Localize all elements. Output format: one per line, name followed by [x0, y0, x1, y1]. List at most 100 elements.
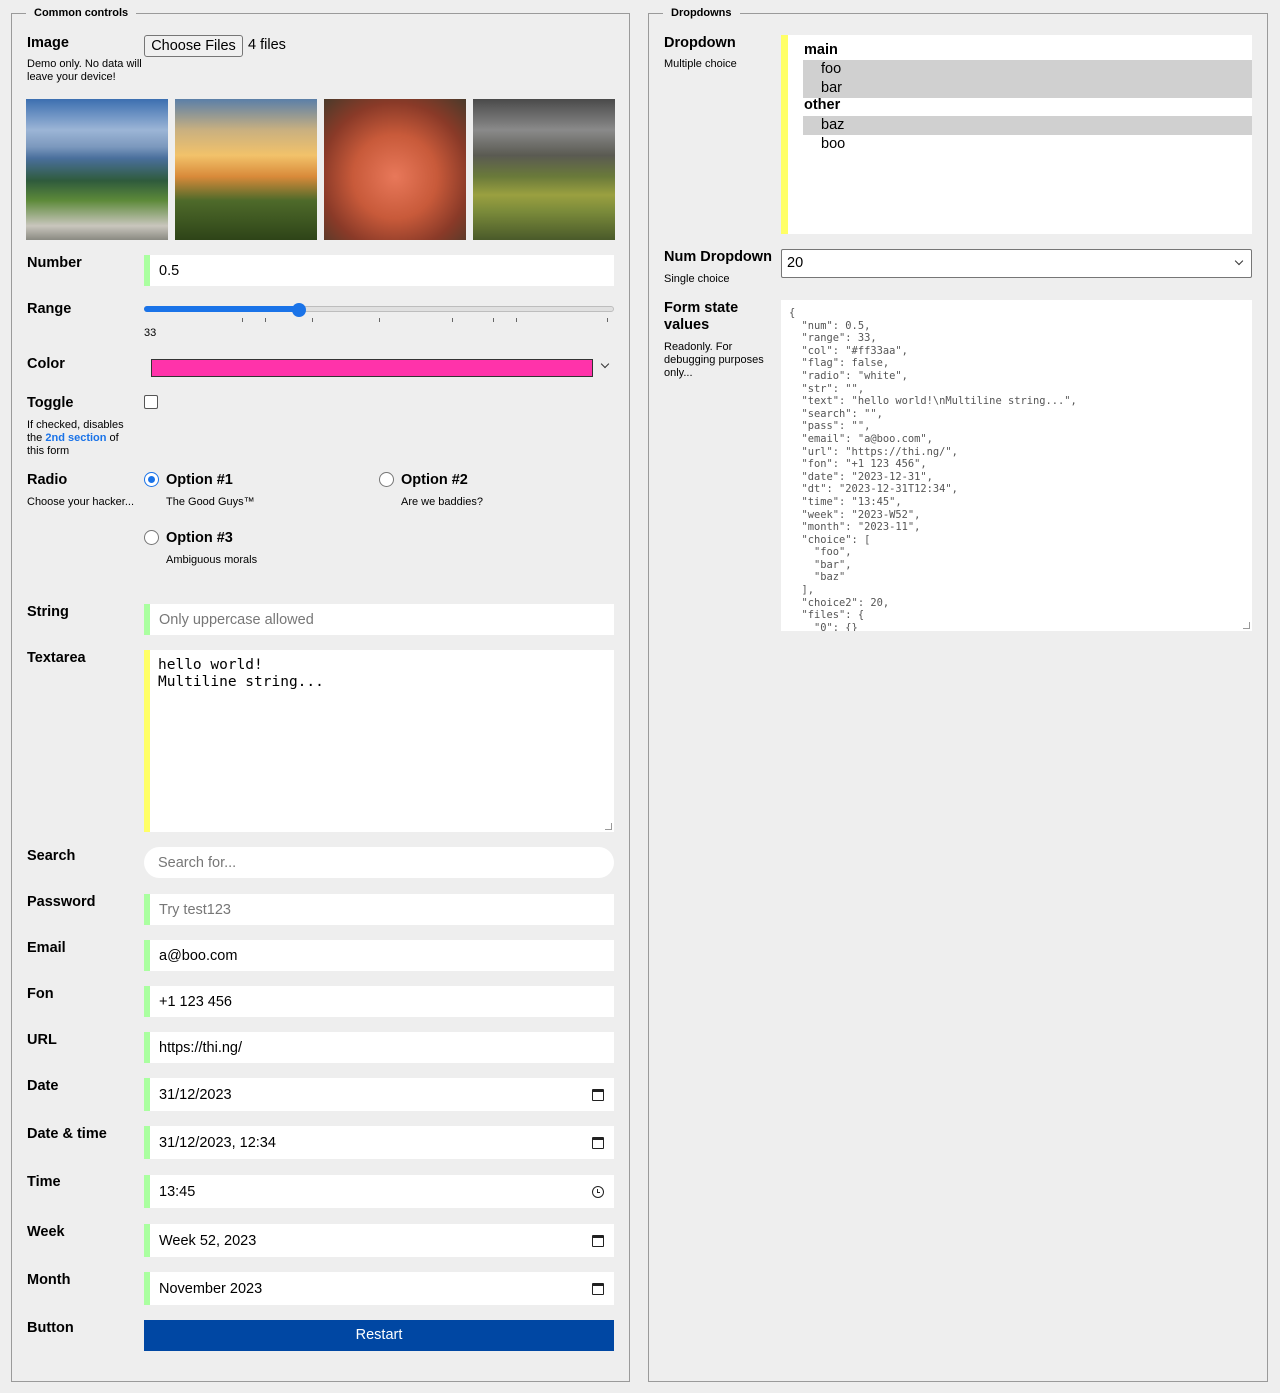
radio-option-3[interactable]: [144, 530, 159, 545]
number-label: Number: [27, 255, 82, 271]
date-value: 31/12/2023: [159, 1086, 232, 1103]
num-dropdown-desc: Single choice: [664, 273, 730, 285]
radio-option-1-title: Option #1: [166, 472, 233, 488]
url-input[interactable]: https://thi.ng/: [144, 1032, 614, 1063]
week-input[interactable]: Week 52, 2023: [144, 1224, 614, 1257]
radio-option-3-desc: Ambiguous morals: [166, 554, 258, 566]
image-thumbnail-red-foliage: [324, 99, 466, 240]
radio-option-1[interactable]: [144, 472, 159, 487]
resize-handle-icon[interactable]: [605, 823, 612, 830]
radio-option-2-desc: Are we baddies?: [401, 496, 483, 508]
date-label: Date: [27, 1078, 59, 1094]
datetime-label: Date & time: [27, 1126, 107, 1142]
url-label: URL: [27, 1032, 57, 1048]
option-group-main: main: [804, 42, 838, 58]
dropdown-label: Dropdown: [664, 35, 736, 51]
chevron-down-icon: [1234, 256, 1244, 266]
option-group-other: other: [804, 97, 841, 113]
section-legend-dropdowns: Dropdowns: [663, 6, 740, 20]
string-label: String: [27, 604, 69, 620]
datetime-value: 31/12/2023, 12:34: [159, 1134, 276, 1151]
time-value: 13:45: [159, 1183, 196, 1200]
fon-input[interactable]: +1 123 456: [144, 986, 614, 1017]
datetime-input[interactable]: 31/12/2023, 12:34: [144, 1126, 614, 1159]
button-label: Button: [27, 1320, 74, 1336]
search-placeholder: Search for...: [158, 854, 237, 871]
form-state-desc: Readonly. For debugging purposes only...: [664, 341, 764, 379]
option-boo[interactable]: boo: [803, 135, 1252, 154]
resize-handle-icon[interactable]: [1243, 622, 1250, 629]
password-label: Password: [27, 894, 96, 910]
range-tick: [493, 318, 494, 322]
calendar-icon[interactable]: [592, 1136, 604, 1149]
color-label: Color: [27, 356, 65, 372]
email-input[interactable]: a@boo.com: [144, 940, 614, 971]
option-baz[interactable]: baz: [803, 116, 1252, 135]
toggle-label: Toggle: [27, 395, 74, 411]
range-tick: [379, 318, 380, 322]
color-swatch[interactable]: [151, 359, 593, 377]
calendar-icon[interactable]: [592, 1282, 604, 1295]
range-tick: [516, 318, 517, 322]
number-value: 0.5: [159, 262, 180, 279]
string-placeholder: Only uppercase allowed: [159, 611, 314, 628]
textarea-label: Textarea: [27, 650, 86, 666]
radio-option-3-title: Option #3: [166, 530, 233, 546]
date-input[interactable]: 31/12/2023: [144, 1078, 614, 1111]
image-thumbnail-mountains: [26, 99, 168, 240]
email-label: Email: [27, 940, 66, 956]
calendar-icon[interactable]: [592, 1234, 604, 1247]
multi-select-dropdown[interactable]: main foo bar other baz boo: [781, 35, 1252, 234]
range-tick: [312, 318, 313, 322]
section-legend-common: Common controls: [26, 6, 137, 20]
range-fill: [144, 306, 300, 312]
fon-label: Fon: [27, 986, 54, 1002]
radio-label: Radio: [27, 472, 68, 488]
second-section-link[interactable]: 2nd section: [45, 432, 106, 444]
num-dropdown-select[interactable]: 20: [781, 249, 1252, 278]
range-tick: [452, 318, 453, 322]
restart-button[interactable]: Restart: [144, 1320, 614, 1351]
radio-option-1-desc: The Good Guys™: [166, 496, 255, 508]
range-value: 33: [144, 327, 157, 339]
fon-value: +1 123 456: [159, 993, 232, 1010]
number-input[interactable]: 0.5: [144, 255, 614, 286]
textarea-line: Multiline string...: [158, 674, 324, 690]
image-thumbnail-sunset: [175, 99, 317, 240]
radio-desc: Choose your hacker...: [27, 496, 135, 508]
password-input[interactable]: Try test123: [144, 894, 614, 925]
search-input[interactable]: Search for...: [144, 847, 614, 878]
toggle-checkbox[interactable]: [144, 395, 158, 409]
textarea-line: hello world!: [158, 657, 263, 673]
range-tick: [265, 318, 266, 322]
textarea-input[interactable]: hello world! Multiline string...: [144, 650, 614, 832]
radio-option-2[interactable]: [379, 472, 394, 487]
search-label: Search: [27, 848, 76, 864]
calendar-icon[interactable]: [592, 1088, 604, 1101]
range-tick: [607, 318, 608, 322]
dropdown-desc: Multiple choice: [664, 58, 737, 70]
toggle-desc: If checked, disables the 2nd section of …: [27, 419, 135, 458]
image-desc: Demo only. No data will leave your devic…: [27, 58, 142, 83]
range-label: Range: [27, 301, 72, 317]
image-label: Image: [27, 35, 69, 51]
choose-files-button[interactable]: Choose Files: [144, 35, 243, 57]
num-dropdown-label: Num Dropdown: [664, 249, 772, 265]
url-value: https://thi.ng/: [159, 1039, 243, 1056]
option-foo[interactable]: foo: [803, 60, 1252, 79]
clock-icon[interactable]: [592, 1185, 604, 1198]
month-input[interactable]: November 2023: [144, 1272, 614, 1305]
week-value: Week 52, 2023: [159, 1232, 257, 1249]
file-count: 4 files: [248, 37, 286, 53]
image-thumbnail-lake: [473, 99, 615, 240]
string-input[interactable]: Only uppercase allowed: [144, 604, 614, 635]
week-label: Week: [27, 1224, 65, 1240]
option-bar[interactable]: bar: [803, 79, 1252, 98]
form-state-textarea[interactable]: { "num": 0.5, "range": 33, "col": "#ff33…: [781, 300, 1252, 631]
range-thumb[interactable]: [292, 303, 307, 317]
time-input[interactable]: 13:45: [144, 1175, 614, 1208]
password-placeholder: Try test123: [159, 901, 231, 918]
range-tick: [242, 318, 243, 322]
form-state-json: { "num": 0.5, "range": 33, "col": "#ff33…: [789, 307, 1077, 631]
num-dropdown-value: 20: [787, 255, 804, 271]
